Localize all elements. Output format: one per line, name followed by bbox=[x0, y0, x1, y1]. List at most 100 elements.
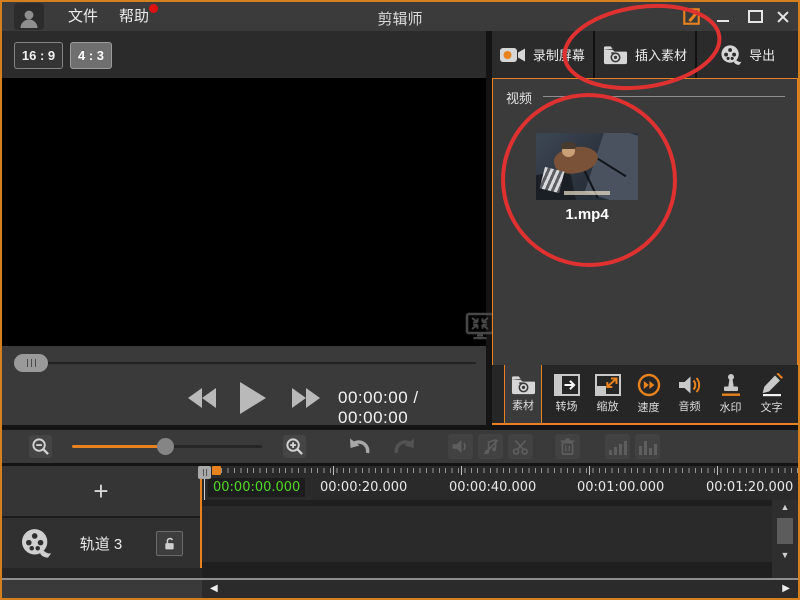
trash-icon bbox=[559, 437, 576, 456]
fast-forward-icon bbox=[292, 388, 306, 408]
track-header-panel: + 轨道 3 bbox=[2, 466, 202, 568]
window-title: 剪辑师 bbox=[377, 11, 423, 28]
vertical-scroll-thumb[interactable] bbox=[777, 518, 793, 544]
tab-text[interactable]: 文字 bbox=[753, 365, 790, 423]
transition-icon bbox=[553, 374, 580, 396]
music-note-slash-icon bbox=[482, 438, 500, 456]
video-filename: 1.mp4 bbox=[565, 206, 609, 223]
edit-square-icon bbox=[682, 8, 700, 25]
media-tab-bar: 素材 转场 缩放 速度 音频 水印 文字 bbox=[492, 365, 798, 425]
ruler-ticks bbox=[202, 468, 798, 473]
current-timecode: 00:00:00.000 bbox=[208, 478, 306, 497]
fade-out-button[interactable] bbox=[635, 434, 660, 459]
timeline-lanes bbox=[202, 500, 772, 578]
zoom-out-button[interactable] bbox=[29, 435, 52, 458]
undo-button[interactable] bbox=[346, 436, 372, 458]
feedback-button[interactable] bbox=[681, 8, 701, 25]
zoom-in-icon bbox=[285, 437, 304, 456]
unlock-icon bbox=[162, 536, 177, 551]
tab-scale[interactable]: 缩放 bbox=[589, 365, 626, 423]
video-preview bbox=[2, 78, 486, 346]
minimize-button[interactable] bbox=[713, 8, 733, 25]
timeline-zoom-slider-handle[interactable] bbox=[157, 438, 174, 455]
rewind-icon bbox=[188, 388, 202, 408]
volume-icon bbox=[451, 438, 471, 455]
mute-clip-button[interactable] bbox=[448, 434, 473, 459]
seek-handle[interactable] bbox=[14, 354, 48, 372]
bars-ascending-icon bbox=[608, 439, 627, 455]
playhead-flag[interactable] bbox=[212, 466, 221, 475]
maximize-button[interactable] bbox=[745, 8, 765, 25]
section-divider bbox=[543, 96, 785, 97]
speed-icon bbox=[637, 373, 661, 397]
close-icon bbox=[776, 10, 790, 24]
ruler-tick-label: 00:00:20.000 bbox=[320, 480, 408, 495]
scroll-left-icon[interactable]: ◀ bbox=[210, 583, 218, 594]
scissors-icon bbox=[512, 438, 530, 456]
video-section-header: 视频 bbox=[506, 91, 533, 106]
playhead-handle[interactable] bbox=[198, 466, 211, 479]
timeline-toolbar bbox=[2, 430, 798, 463]
record-screen-button[interactable]: 录制屏幕 bbox=[492, 31, 593, 78]
player-controls-zone: 00:00:00 / 00:00:00 bbox=[2, 346, 486, 427]
scroll-right-icon[interactable]: ▶ bbox=[782, 583, 790, 594]
bars-mixed-icon bbox=[638, 439, 657, 455]
folder-camera-icon bbox=[511, 375, 536, 395]
tab-watermark[interactable]: 水印 bbox=[712, 365, 749, 423]
ruler-tick-label: 00:01:20.000 bbox=[706, 480, 794, 495]
track-lock-button[interactable] bbox=[156, 531, 183, 556]
export-button[interactable]: 导出 bbox=[695, 31, 798, 78]
fade-in-button[interactable] bbox=[605, 434, 630, 459]
timeline-ruler[interactable]: 00:00:00.000 00:00:20.000 00:00:40.000 0… bbox=[202, 466, 798, 500]
top-action-bar: 录制屏幕 插入素材 导出 bbox=[492, 31, 798, 78]
add-track-button[interactable]: + bbox=[2, 466, 200, 518]
player-timecode: 00:00:00 / 00:00:00 bbox=[338, 388, 419, 427]
fast-forward-button[interactable] bbox=[292, 388, 320, 408]
undo-icon bbox=[347, 437, 371, 457]
ruler-tick-label: 00:01:00.000 bbox=[577, 480, 665, 495]
scale-icon bbox=[594, 374, 621, 396]
aspect-16-9-button[interactable]: 16 : 9 bbox=[14, 42, 63, 69]
material-library: 视频 1.mp4 bbox=[492, 78, 798, 365]
delete-clip-button[interactable] bbox=[555, 434, 580, 459]
remove-audio-button[interactable] bbox=[478, 434, 503, 459]
video-editor-window: 文件 帮助 剪辑师 16 : 9 4 : 3 录制屏幕 插入素材 导出 00:0… bbox=[0, 0, 800, 600]
pencil-icon bbox=[761, 373, 783, 397]
scroll-down-icon[interactable]: ▼ bbox=[781, 548, 790, 562]
aspect-ratio-bar: 16 : 9 4 : 3 bbox=[2, 31, 486, 78]
rewind-button[interactable] bbox=[188, 388, 216, 408]
ruler-tick-label: 00:00:40.000 bbox=[449, 480, 537, 495]
redo-button[interactable] bbox=[392, 436, 418, 458]
video-thumbnail[interactable] bbox=[536, 133, 638, 200]
close-button[interactable] bbox=[773, 8, 793, 25]
speaker-icon bbox=[677, 374, 703, 396]
zoom-in-button[interactable] bbox=[283, 435, 306, 458]
tab-transition[interactable]: 转场 bbox=[548, 365, 585, 423]
maximize-icon bbox=[747, 10, 763, 23]
play-button[interactable] bbox=[240, 382, 266, 414]
title-bar: 文件 帮助 剪辑师 bbox=[2, 2, 798, 31]
playhead-line bbox=[204, 479, 205, 500]
film-reel-icon bbox=[720, 44, 742, 65]
horizontal-scrollbar[interactable]: ◀ ▶ bbox=[202, 580, 798, 598]
insert-material-button[interactable]: 插入素材 bbox=[592, 31, 696, 78]
folder-camera-icon bbox=[603, 45, 628, 65]
zoom-out-icon bbox=[31, 437, 50, 456]
tab-speed[interactable]: 速度 bbox=[630, 365, 667, 423]
tab-material[interactable]: 素材 bbox=[504, 365, 542, 423]
vertical-scrollbar[interactable]: ▲ ▼ bbox=[772, 500, 798, 578]
panel-filler bbox=[2, 568, 202, 578]
track-lane bbox=[202, 506, 772, 562]
seek-track[interactable] bbox=[14, 362, 476, 364]
redo-icon bbox=[393, 437, 417, 457]
track-row[interactable]: 轨道 3 bbox=[2, 518, 200, 568]
minimize-icon bbox=[717, 19, 729, 22]
aspect-4-3-button[interactable]: 4 : 3 bbox=[70, 42, 112, 69]
tab-audio[interactable]: 音频 bbox=[671, 365, 708, 423]
cut-clip-button[interactable] bbox=[508, 434, 533, 459]
bottom-left-strip bbox=[2, 580, 202, 598]
scroll-up-icon[interactable]: ▲ bbox=[781, 500, 790, 514]
media-panel: 视频 1.mp4 素材 转场 缩放 速度 音频 水印 文字 bbox=[492, 78, 798, 425]
stamp-icon bbox=[720, 373, 742, 397]
timeline-zoom-slider-fill bbox=[72, 445, 165, 448]
